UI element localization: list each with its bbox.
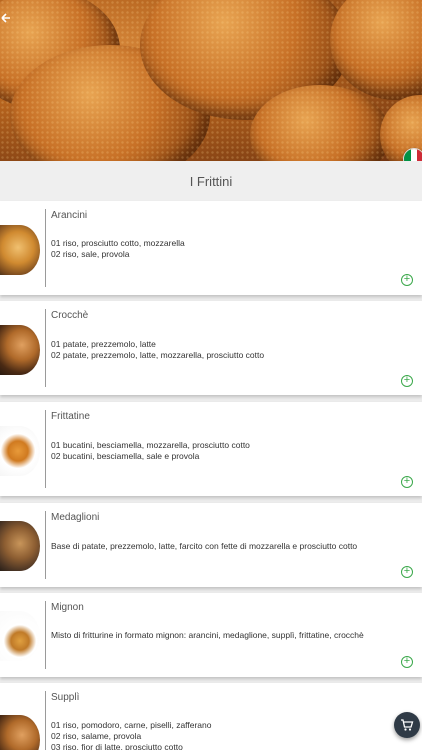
menu-item-mignon[interactable]: Mignon Misto di fritturine in formato mi… <box>0 593 422 677</box>
item-description-line: 02 riso, salame, provola <box>51 731 142 741</box>
item-name: Arancini <box>51 210 88 221</box>
item-description-line: 01 patate, prezzemolo, latte <box>51 339 156 349</box>
divider <box>45 511 46 579</box>
hero-image <box>0 0 422 161</box>
item-name: Mignon <box>51 602 84 613</box>
item-image <box>0 521 40 571</box>
item-description-line: 02 riso, sale, provola <box>51 249 130 259</box>
item-description-line: 01 riso, prosciutto cotto, mozzarella <box>51 238 185 248</box>
item-description-line: 01 bucatini, besciamella, mozzarella, pr… <box>51 440 250 450</box>
plus-circle-icon[interactable]: + <box>401 274 413 286</box>
divider <box>45 601 46 669</box>
divider <box>45 309 46 387</box>
menu-item-suppli[interactable]: Supplì 01 riso, pomodoro, carne, piselli… <box>0 683 422 750</box>
menu-item-crocche[interactable]: Crocchè 01 patate, prezzemolo, latte 02 … <box>0 301 422 395</box>
item-image <box>0 715 40 750</box>
item-image <box>0 611 40 661</box>
section-title: I Frittini <box>0 161 422 201</box>
menu-item-arancini[interactable]: Arancini 01 riso, prosciutto cotto, mozz… <box>0 201 422 295</box>
menu-item-medaglioni[interactable]: Medaglioni Base di patate, prezzemolo, l… <box>0 503 422 587</box>
plus-circle-icon[interactable]: + <box>401 566 413 578</box>
item-description-line: 01 riso, pomodoro, carne, piselli, zaffe… <box>51 720 212 730</box>
item-name: Crocchè <box>51 310 89 321</box>
item-description-line: 02 bucatini, besciamella, sale e provola <box>51 451 200 461</box>
item-image <box>0 325 40 375</box>
divider <box>45 209 46 287</box>
divider <box>45 691 46 750</box>
item-description-line: 02 patate, prezzemolo, latte, mozzarella… <box>51 350 265 360</box>
hero-texture <box>0 0 422 161</box>
divider <box>45 410 46 488</box>
item-name: Medaglioni <box>51 512 100 523</box>
item-image <box>0 225 40 275</box>
arrow-left-icon[interactable] <box>0 10 14 26</box>
item-name: Supplì <box>51 692 80 703</box>
shopping-cart-icon[interactable] <box>394 712 420 738</box>
item-image <box>0 426 40 476</box>
item-name: Frittatine <box>51 411 90 422</box>
plus-circle-icon[interactable]: + <box>401 656 413 668</box>
plus-circle-icon[interactable]: + <box>401 476 413 488</box>
plus-circle-icon[interactable]: + <box>401 375 413 387</box>
menu-item-frittatine[interactable]: Frittatine 01 bucatini, besciamella, moz… <box>0 402 422 496</box>
item-description-line: 03 riso, fior di latte, prosciutto cotto <box>51 742 183 750</box>
item-description-line: Misto di fritturine in formato mignon: a… <box>51 630 364 640</box>
item-description-line: Base di patate, prezzemolo, latte, farci… <box>51 541 358 551</box>
